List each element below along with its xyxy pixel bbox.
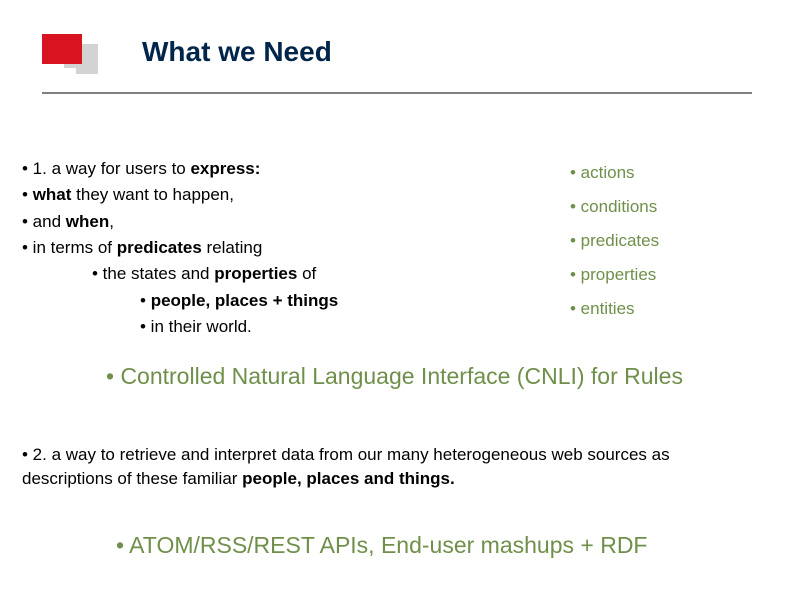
title-rule	[42, 92, 752, 94]
list-item: • predicates	[570, 224, 770, 258]
list-item: • 1. a way for users to express:	[22, 156, 542, 182]
list-item: • in their world.	[22, 314, 542, 340]
list-item: • what they want to happen,	[22, 182, 542, 208]
text: • in their world.	[140, 317, 252, 336]
bold-text: express:	[190, 159, 260, 178]
bold-text: people, places + things	[151, 291, 339, 310]
list-item: • people, places + things	[22, 288, 542, 314]
list-item: • properties	[570, 258, 770, 292]
bold-text: properties	[214, 264, 297, 283]
list-item: • and when,	[22, 209, 542, 235]
slide-title: What we Need	[142, 36, 332, 68]
slide: What we Need • 1. a way for users to exp…	[0, 0, 791, 593]
list-item: • conditions	[570, 190, 770, 224]
list-item: • the states and properties of	[22, 261, 542, 287]
bold-text: when	[66, 212, 109, 231]
text: •	[22, 185, 33, 204]
text: •	[140, 291, 151, 310]
concepts-list: • actions • conditions • predicates • pr…	[570, 156, 770, 326]
list-item: • actions	[570, 156, 770, 190]
text: relating	[202, 238, 262, 257]
text: of	[297, 264, 316, 283]
text: • in terms of	[22, 238, 117, 257]
bold-text: people, places and things.	[242, 469, 455, 488]
point-1-list: • 1. a way for users to express: • what …	[22, 156, 542, 340]
bold-text: predicates	[117, 238, 202, 257]
bold-text: what	[33, 185, 72, 204]
list-item: • in terms of predicates relating	[22, 235, 542, 261]
cnli-caption: • Controlled Natural Language Interface …	[106, 363, 683, 390]
point-2-text: • 2. a way to retrieve and interpret dat…	[22, 443, 764, 491]
text: • 1. a way for users to	[22, 159, 190, 178]
text: • the states and	[92, 264, 214, 283]
text: ,	[109, 212, 114, 231]
text: they want to happen,	[71, 185, 234, 204]
apis-caption: • ATOM/RSS/REST APIs, End-user mashups +…	[116, 532, 647, 559]
logo-icon	[42, 34, 98, 78]
list-item: • entities	[570, 292, 770, 326]
text: • and	[22, 212, 66, 231]
